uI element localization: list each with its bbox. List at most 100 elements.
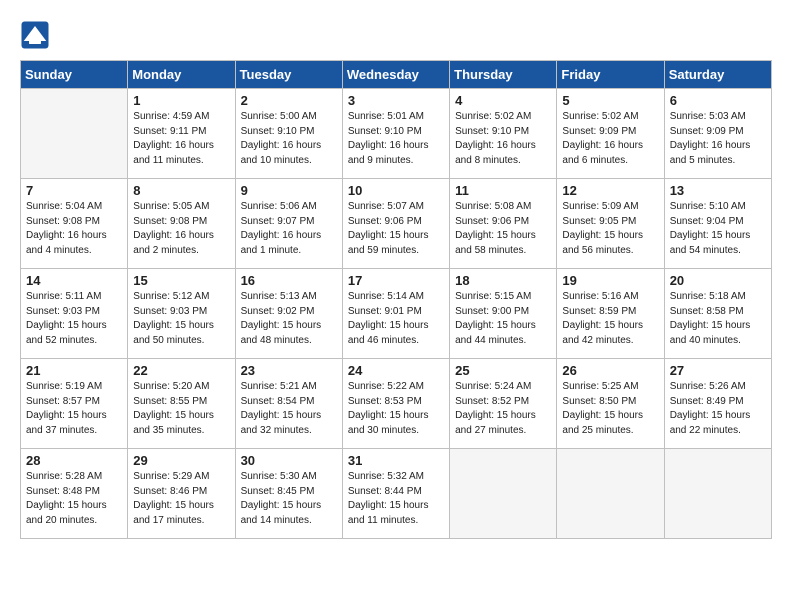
calendar-cell xyxy=(21,89,128,179)
calendar-cell xyxy=(450,449,557,539)
day-number: 17 xyxy=(348,273,444,288)
day-info: Sunrise: 5:21 AMSunset: 8:54 PMDaylight:… xyxy=(241,380,337,438)
calendar-cell: 18 Sunrise: 5:15 AMSunset: 9:00 PMDayligh… xyxy=(450,269,557,359)
calendar-cell: 28Sunrise: 5:28 AMSunset: 8:48 PMDayligh… xyxy=(21,449,128,539)
day-info: Sunrise: 5:14 AMSunset: 9:01 PMDaylight:… xyxy=(348,290,444,348)
day-info: Sunrise: 5:13 AMSunset: 9:02 PMDaylight:… xyxy=(241,290,337,348)
week-row-5: 28Sunrise: 5:28 AMSunset: 8:48 PMDayligh… xyxy=(21,449,772,539)
calendar-cell: 26 Sunrise: 5:25 AMSunset: 8:50 PMDayligh… xyxy=(557,359,664,449)
logo-icon xyxy=(20,20,50,50)
day-info: Sunrise: 5:06 AMSunset: 9:07 PMDaylight:… xyxy=(241,200,337,258)
day-number: 12 xyxy=(562,183,658,198)
day-info: Sunrise: 5:02 AMSunset: 9:09 PMDaylight:… xyxy=(562,110,658,168)
calendar-cell: 5 Sunrise: 5:02 AMSunset: 9:09 PMDaylight… xyxy=(557,89,664,179)
calendar-table: SundayMondayTuesdayWednesdayThursdayFrid… xyxy=(20,60,772,539)
calendar-cell: 9 Sunrise: 5:06 AMSunset: 9:07 PMDaylight… xyxy=(235,179,342,269)
calendar-cell: 15 Sunrise: 5:12 AMSunset: 9:03 PMDayligh… xyxy=(128,269,235,359)
header-day-monday: Monday xyxy=(128,61,235,89)
header-day-sunday: Sunday xyxy=(21,61,128,89)
logo xyxy=(20,20,54,50)
calendar-cell: 11Sunrise: 5:08 AMSunset: 9:06 PMDayligh… xyxy=(450,179,557,269)
day-number: 1 xyxy=(133,93,229,108)
calendar-cell: 20 Sunrise: 5:18 AMSunset: 8:58 PMDayligh… xyxy=(664,269,771,359)
day-number: 8 xyxy=(133,183,229,198)
day-number: 5 xyxy=(562,93,658,108)
day-number: 26 xyxy=(562,363,658,378)
day-number: 25 xyxy=(455,363,551,378)
day-info: Sunrise: 5:30 AMSunset: 8:45 PMDaylight:… xyxy=(241,470,337,528)
day-number: 2 xyxy=(241,93,337,108)
calendar-cell: 14 Sunrise: 5:11 AMSunset: 9:03 PMDayligh… xyxy=(21,269,128,359)
day-info: Sunrise: 5:12 AMSunset: 9:03 PMDaylight:… xyxy=(133,290,229,348)
calendar-cell: 10 Sunrise: 5:07 AMSunset: 9:06 PMDayligh… xyxy=(342,179,449,269)
page-header xyxy=(20,20,772,50)
day-info: Sunrise: 5:24 AMSunset: 8:52 PMDaylight:… xyxy=(455,380,551,438)
week-row-2: 7Sunrise: 5:04 AMSunset: 9:08 PMDaylight… xyxy=(21,179,772,269)
calendar-cell: 12 Sunrise: 5:09 AMSunset: 9:05 PMDayligh… xyxy=(557,179,664,269)
calendar-cell: 16Sunrise: 5:13 AMSunset: 9:02 PMDayligh… xyxy=(235,269,342,359)
calendar-cell: 2 Sunrise: 5:00 AMSunset: 9:10 PMDaylight… xyxy=(235,89,342,179)
calendar-cell: 22 Sunrise: 5:20 AMSunset: 8:55 PMDayligh… xyxy=(128,359,235,449)
week-row-4: 21 Sunrise: 5:19 AMSunset: 8:57 PMDayligh… xyxy=(21,359,772,449)
day-info: Sunrise: 5:10 AMSunset: 9:04 PMDaylight:… xyxy=(670,200,766,258)
day-info: Sunrise: 5:19 AMSunset: 8:57 PMDaylight:… xyxy=(26,380,122,438)
calendar-cell xyxy=(664,449,771,539)
calendar-cell: 30 Sunrise: 5:30 AMSunset: 8:45 PMDayligh… xyxy=(235,449,342,539)
calendar-cell: 3Sunrise: 5:01 AMSunset: 9:10 PMDaylight… xyxy=(342,89,449,179)
day-info: Sunrise: 5:26 AMSunset: 8:49 PMDaylight:… xyxy=(670,380,766,438)
calendar-cell: 25 Sunrise: 5:24 AMSunset: 8:52 PMDayligh… xyxy=(450,359,557,449)
day-number: 27 xyxy=(670,363,766,378)
day-number: 28 xyxy=(26,453,122,468)
calendar-cell: 13 Sunrise: 5:10 AMSunset: 9:04 PMDayligh… xyxy=(664,179,771,269)
header-row: SundayMondayTuesdayWednesdayThursdayFrid… xyxy=(21,61,772,89)
day-number: 29 xyxy=(133,453,229,468)
calendar-cell: 23 Sunrise: 5:21 AMSunset: 8:54 PMDayligh… xyxy=(235,359,342,449)
day-number: 6 xyxy=(670,93,766,108)
day-info: Sunrise: 5:02 AMSunset: 9:10 PMDaylight:… xyxy=(455,110,551,168)
day-info: Sunrise: 5:16 AMSunset: 8:59 PMDaylight:… xyxy=(562,290,658,348)
calendar-cell: 21 Sunrise: 5:19 AMSunset: 8:57 PMDayligh… xyxy=(21,359,128,449)
day-info: Sunrise: 5:25 AMSunset: 8:50 PMDaylight:… xyxy=(562,380,658,438)
calendar-cell: 24 Sunrise: 5:22 AMSunset: 8:53 PMDayligh… xyxy=(342,359,449,449)
day-number: 13 xyxy=(670,183,766,198)
header-day-saturday: Saturday xyxy=(664,61,771,89)
day-number: 4 xyxy=(455,93,551,108)
day-info: Sunrise: 5:11 AMSunset: 9:03 PMDaylight:… xyxy=(26,290,122,348)
week-row-1: 1 Sunrise: 4:59 AMSunset: 9:11 PMDaylight… xyxy=(21,89,772,179)
day-number: 9 xyxy=(241,183,337,198)
day-info: Sunrise: 5:32 AMSunset: 8:44 PMDaylight:… xyxy=(348,470,444,528)
day-info: Sunrise: 5:05 AMSunset: 9:08 PMDaylight:… xyxy=(133,200,229,258)
day-number: 21 xyxy=(26,363,122,378)
day-info: Sunrise: 5:00 AMSunset: 9:10 PMDaylight:… xyxy=(241,110,337,168)
day-number: 31 xyxy=(348,453,444,468)
day-info: Sunrise: 5:01 AMSunset: 9:10 PMDaylight:… xyxy=(348,110,444,168)
day-number: 22 xyxy=(133,363,229,378)
day-number: 23 xyxy=(241,363,337,378)
calendar-cell: 1 Sunrise: 4:59 AMSunset: 9:11 PMDaylight… xyxy=(128,89,235,179)
day-info: Sunrise: 5:18 AMSunset: 8:58 PMDaylight:… xyxy=(670,290,766,348)
header-day-thursday: Thursday xyxy=(450,61,557,89)
day-info: Sunrise: 5:07 AMSunset: 9:06 PMDaylight:… xyxy=(348,200,444,258)
day-number: 30 xyxy=(241,453,337,468)
calendar-cell: 8 Sunrise: 5:05 AMSunset: 9:08 PMDaylight… xyxy=(128,179,235,269)
day-number: 18 xyxy=(455,273,551,288)
calendar-cell: 17 Sunrise: 5:14 AMSunset: 9:01 PMDayligh… xyxy=(342,269,449,359)
day-info: Sunrise: 5:22 AMSunset: 8:53 PMDaylight:… xyxy=(348,380,444,438)
day-number: 7 xyxy=(26,183,122,198)
calendar-cell: 6 Sunrise: 5:03 AMSunset: 9:09 PMDaylight… xyxy=(664,89,771,179)
day-info: Sunrise: 5:03 AMSunset: 9:09 PMDaylight:… xyxy=(670,110,766,168)
header-day-wednesday: Wednesday xyxy=(342,61,449,89)
day-info: Sunrise: 5:15 AMSunset: 9:00 PMDaylight:… xyxy=(455,290,551,348)
calendar-cell: 27 Sunrise: 5:26 AMSunset: 8:49 PMDayligh… xyxy=(664,359,771,449)
day-number: 24 xyxy=(348,363,444,378)
day-number: 10 xyxy=(348,183,444,198)
day-number: 14 xyxy=(26,273,122,288)
day-number: 15 xyxy=(133,273,229,288)
day-number: 19 xyxy=(562,273,658,288)
calendar-cell: 7Sunrise: 5:04 AMSunset: 9:08 PMDaylight… xyxy=(21,179,128,269)
day-info: Sunrise: 4:59 AMSunset: 9:11 PMDaylight:… xyxy=(133,110,229,168)
day-number: 20 xyxy=(670,273,766,288)
day-info: Sunrise: 5:20 AMSunset: 8:55 PMDaylight:… xyxy=(133,380,229,438)
calendar-cell: 19 Sunrise: 5:16 AMSunset: 8:59 PMDayligh… xyxy=(557,269,664,359)
day-info: Sunrise: 5:09 AMSunset: 9:05 PMDaylight:… xyxy=(562,200,658,258)
